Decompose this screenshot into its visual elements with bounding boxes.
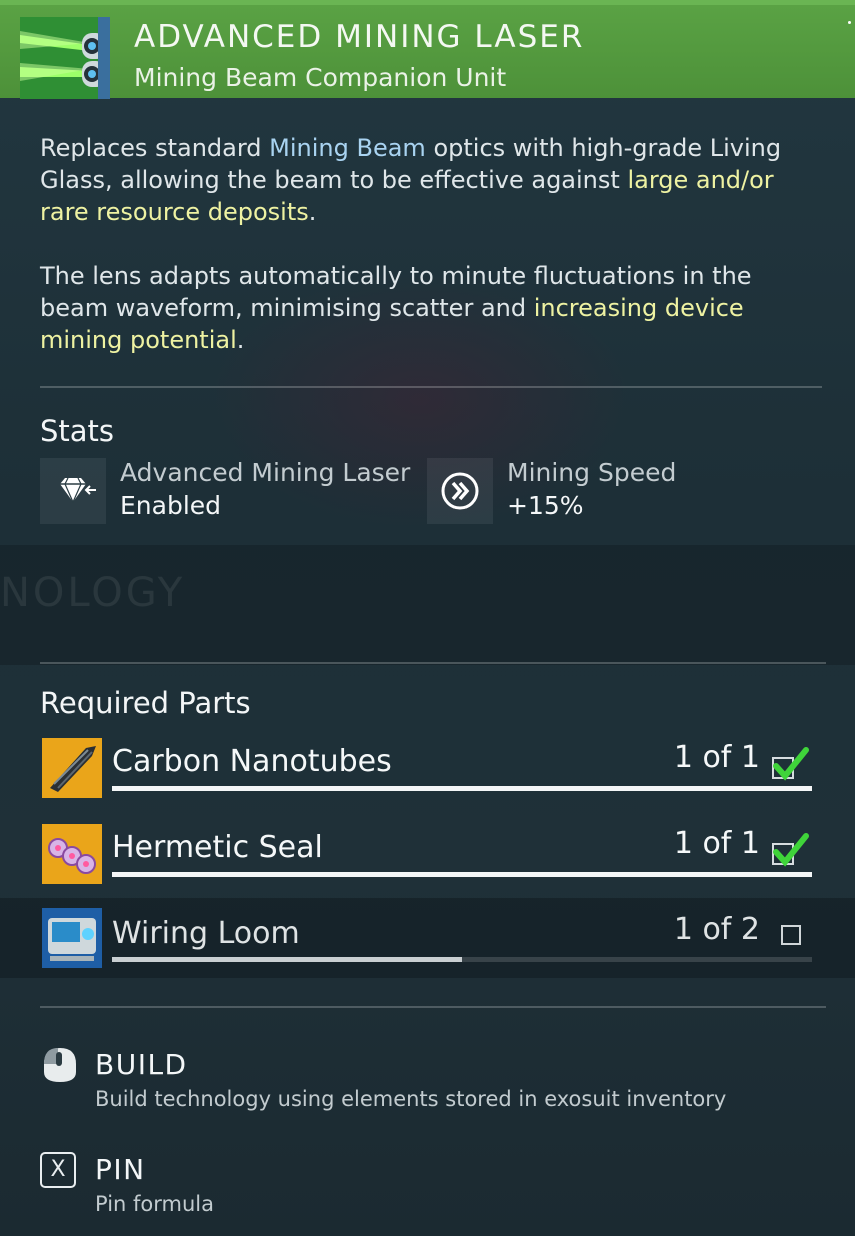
- part-name: Wiring Loom: [112, 916, 300, 951]
- part-progress-fill: [112, 786, 812, 791]
- hermetic-seal-icon: [42, 824, 102, 884]
- item-header: ADVANCED MINING LASER Mining Beam Compan…: [0, 0, 855, 99]
- divider: [40, 386, 822, 388]
- pin-description: Pin formula: [95, 1192, 214, 1216]
- part-progress-bar: [112, 957, 812, 962]
- description-text: .: [236, 326, 245, 354]
- item-subtitle: Mining Beam Companion Unit: [134, 63, 507, 92]
- description-paragraph-2: The lens adapts automatically to minute …: [40, 260, 810, 356]
- divider: [40, 1006, 826, 1008]
- part-progress-fill: [112, 957, 462, 962]
- description-highlight-mining-beam: Mining Beam: [269, 134, 426, 162]
- part-count: 1 of 2: [673, 912, 760, 947]
- stat-value: Enabled: [120, 491, 222, 520]
- stat-value: +15%: [507, 491, 584, 520]
- part-progress-bar: [112, 786, 812, 791]
- checkbox-icon: [781, 925, 801, 945]
- carbon-nanotubes-icon: [42, 738, 102, 798]
- part-name: Hermetic Seal: [112, 830, 323, 865]
- stat-label: Advanced Mining Laser: [120, 458, 411, 487]
- item-title: ADVANCED MINING LASER: [134, 19, 585, 55]
- diamond-icon: [40, 458, 106, 524]
- check-icon: [770, 744, 810, 784]
- part-progress-bar: [112, 872, 812, 877]
- build-button[interactable]: BUILD: [95, 1048, 188, 1081]
- build-description: Build technology using elements stored i…: [95, 1087, 727, 1111]
- description-text: .: [308, 198, 317, 226]
- pin-button[interactable]: PIN: [95, 1153, 146, 1186]
- mouse-left-click-icon: [40, 1044, 80, 1084]
- wiring-loom-icon: [42, 908, 102, 968]
- part-count: 1 of 1: [673, 740, 760, 775]
- description-text: Replaces standard: [40, 134, 270, 162]
- description-paragraph-1: Replaces standard Mining Beam optics wit…: [40, 132, 810, 228]
- header-dot: [848, 21, 851, 24]
- divider: [40, 662, 826, 664]
- part-name: Carbon Nanotubes: [112, 744, 392, 779]
- fast-forward-circle-icon: [427, 458, 493, 524]
- check-icon: [770, 830, 810, 870]
- part-progress-fill: [112, 872, 812, 877]
- required-parts-title: Required Parts: [40, 686, 251, 720]
- mining-laser-icon: [20, 17, 110, 99]
- background-ghost-text: NOLOGY: [0, 570, 186, 616]
- part-count: 1 of 1: [673, 826, 760, 861]
- stat-label: Mining Speed: [507, 458, 677, 487]
- stats-title: Stats: [40, 414, 115, 448]
- pin-key-icon: X: [40, 1152, 76, 1188]
